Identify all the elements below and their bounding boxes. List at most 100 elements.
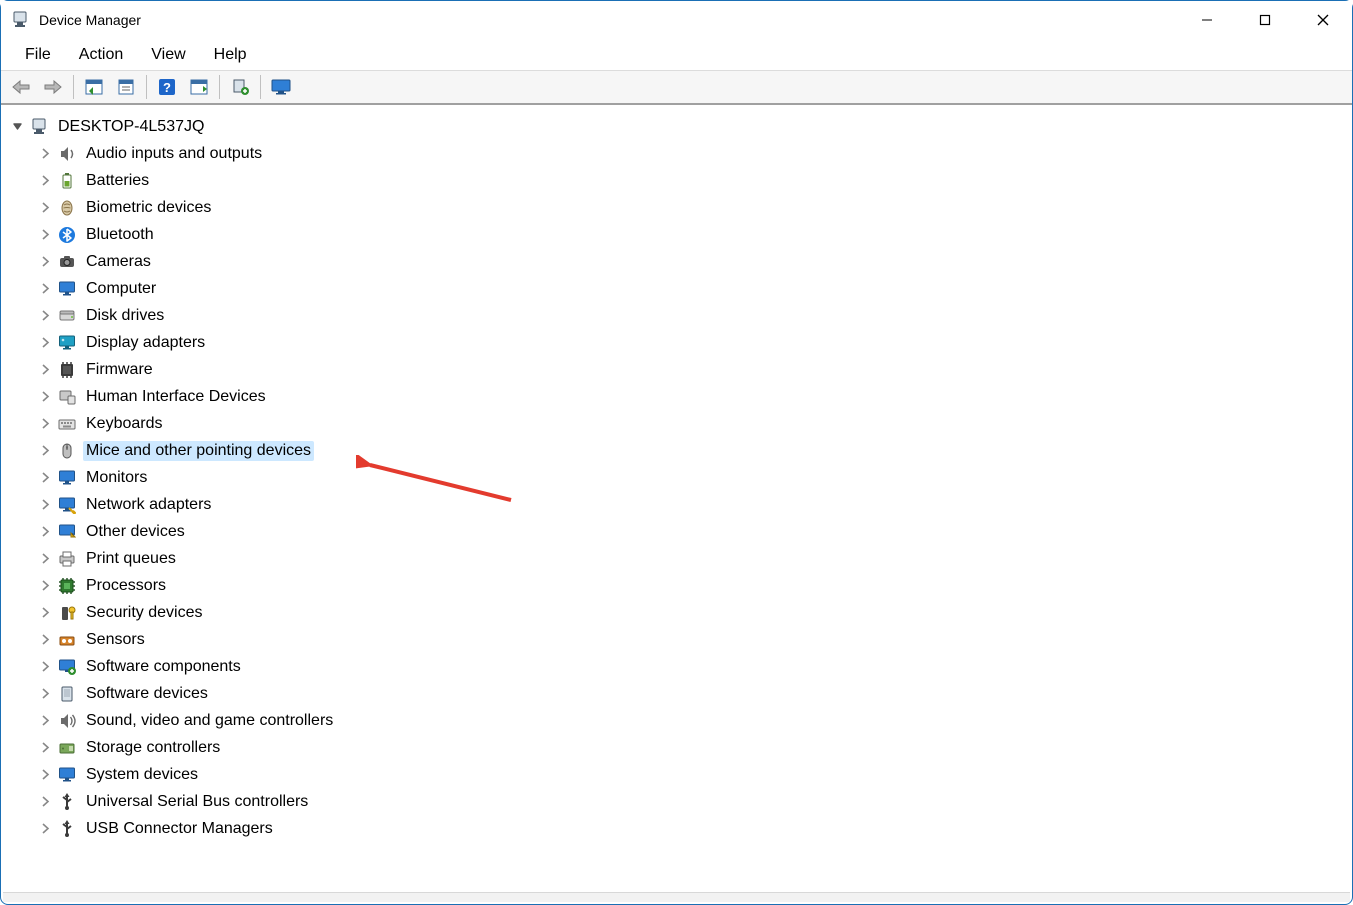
- chevron-right-icon[interactable]: [37, 821, 53, 837]
- minimize-button[interactable]: [1178, 1, 1236, 39]
- monitor-icon: [57, 468, 77, 488]
- sound-icon: [57, 711, 77, 731]
- tree-node[interactable]: Security devices: [37, 599, 1350, 626]
- tree-node[interactable]: Display adapters: [37, 329, 1350, 356]
- tree-node-label: Firmware: [83, 360, 156, 380]
- svg-text:!: !: [72, 533, 73, 539]
- toolbar-back-button[interactable]: [7, 74, 35, 100]
- tree-node[interactable]: Computer: [37, 275, 1350, 302]
- tree-node-label: Computer: [83, 279, 159, 299]
- menu-help[interactable]: Help: [200, 42, 261, 68]
- chevron-right-icon[interactable]: [37, 497, 53, 513]
- toolbar-console-tree-button[interactable]: [80, 74, 108, 100]
- tree-node-label: System devices: [83, 765, 201, 785]
- menu-file[interactable]: File: [11, 42, 65, 68]
- tree-node[interactable]: Software components: [37, 653, 1350, 680]
- menu-action[interactable]: Action: [65, 42, 137, 68]
- menubar: File Action View Help: [1, 39, 1352, 71]
- chevron-right-icon[interactable]: [37, 362, 53, 378]
- chevron-right-icon[interactable]: [37, 632, 53, 648]
- chevron-right-icon[interactable]: [37, 308, 53, 324]
- chevron-right-icon[interactable]: [37, 551, 53, 567]
- system-icon: [57, 765, 77, 785]
- chevron-down-icon[interactable]: [9, 119, 25, 135]
- tree-node[interactable]: Biometric devices: [37, 194, 1350, 221]
- tree-node-label: Other devices: [83, 522, 188, 542]
- chevron-right-icon[interactable]: [37, 389, 53, 405]
- chevron-right-icon[interactable]: [37, 470, 53, 486]
- tree-node[interactable]: Human Interface Devices: [37, 383, 1350, 410]
- tree-node[interactable]: Universal Serial Bus controllers: [37, 788, 1350, 815]
- toolbar-scan-hardware-button[interactable]: [185, 74, 213, 100]
- tree-node-label: Security devices: [83, 603, 206, 623]
- tree-node[interactable]: Cameras: [37, 248, 1350, 275]
- tree-root-label: DESKTOP-4L537JQ: [55, 117, 207, 137]
- tree-node[interactable]: Audio inputs and outputs: [37, 140, 1350, 167]
- menu-view[interactable]: View: [137, 42, 199, 68]
- chevron-right-icon[interactable]: [37, 605, 53, 621]
- chevron-right-icon[interactable]: [37, 767, 53, 783]
- close-button[interactable]: [1294, 1, 1352, 39]
- toolbar-properties-button[interactable]: [112, 74, 140, 100]
- cpu-icon: [57, 576, 77, 596]
- tree-node[interactable]: Firmware: [37, 356, 1350, 383]
- chevron-right-icon[interactable]: [37, 227, 53, 243]
- tree-node-label: USB Connector Managers: [83, 819, 276, 839]
- toolbar-separator: [146, 75, 147, 99]
- chevron-right-icon[interactable]: [37, 200, 53, 216]
- tree-node-label: Display adapters: [83, 333, 208, 353]
- chevron-right-icon[interactable]: [37, 146, 53, 162]
- network-icon: [57, 495, 77, 515]
- chevron-right-icon[interactable]: [37, 578, 53, 594]
- tree-node[interactable]: Bluetooth: [37, 221, 1350, 248]
- chevron-right-icon[interactable]: [37, 686, 53, 702]
- tree-node[interactable]: Monitors: [37, 464, 1350, 491]
- chevron-right-icon[interactable]: [37, 740, 53, 756]
- tree-node[interactable]: Print queues: [37, 545, 1350, 572]
- tree-node[interactable]: Storage controllers: [37, 734, 1350, 761]
- tree-node[interactable]: Sound, video and game controllers: [37, 707, 1350, 734]
- tree-node[interactable]: USB Connector Managers: [37, 815, 1350, 842]
- sensor-icon: [57, 630, 77, 650]
- tree-pane[interactable]: DESKTOP-4L537JQ Audio inputs and outputs…: [3, 107, 1350, 892]
- statusbar: [3, 892, 1350, 902]
- chevron-right-icon[interactable]: [37, 254, 53, 270]
- chevron-right-icon[interactable]: [37, 443, 53, 459]
- tree-node[interactable]: Software devices: [37, 680, 1350, 707]
- toolbar-add-hardware-button[interactable]: [226, 74, 254, 100]
- chevron-right-icon[interactable]: [37, 281, 53, 297]
- chevron-right-icon[interactable]: [37, 335, 53, 351]
- chevron-right-icon[interactable]: [37, 713, 53, 729]
- other-icon: !: [57, 522, 77, 542]
- tree-node[interactable]: Mice and other pointing devices: [37, 437, 1350, 464]
- chevron-right-icon[interactable]: [37, 416, 53, 432]
- tree-node[interactable]: Batteries: [37, 167, 1350, 194]
- keyboard-icon: [57, 414, 77, 434]
- svg-text:?: ?: [163, 80, 171, 95]
- tree-node[interactable]: ! Other devices: [37, 518, 1350, 545]
- chevron-right-icon[interactable]: [37, 794, 53, 810]
- tree-root-node[interactable]: DESKTOP-4L537JQ: [9, 113, 1350, 140]
- maximize-button[interactable]: [1236, 1, 1294, 39]
- software-component-icon: [57, 657, 77, 677]
- toolbar-separator: [260, 75, 261, 99]
- disk-icon: [57, 306, 77, 326]
- battery-icon: [57, 171, 77, 191]
- monitor-icon: [57, 279, 77, 299]
- tree-node[interactable]: Sensors: [37, 626, 1350, 653]
- chevron-right-icon[interactable]: [37, 524, 53, 540]
- toolbar-forward-button[interactable]: [39, 74, 67, 100]
- tree-node[interactable]: Disk drives: [37, 302, 1350, 329]
- chevron-right-icon[interactable]: [37, 659, 53, 675]
- tree-node-label: Keyboards: [83, 414, 166, 434]
- tree-node[interactable]: System devices: [37, 761, 1350, 788]
- tree-node[interactable]: Network adapters: [37, 491, 1350, 518]
- chevron-right-icon[interactable]: [37, 173, 53, 189]
- tree-node-label: Sound, video and game controllers: [83, 711, 336, 731]
- security-icon: [57, 603, 77, 623]
- toolbar-help-button[interactable]: ?: [153, 74, 181, 100]
- tree-node[interactable]: Processors: [37, 572, 1350, 599]
- tree-node[interactable]: Keyboards: [37, 410, 1350, 437]
- camera-icon: [57, 252, 77, 272]
- toolbar-monitor-view-button[interactable]: [267, 74, 295, 100]
